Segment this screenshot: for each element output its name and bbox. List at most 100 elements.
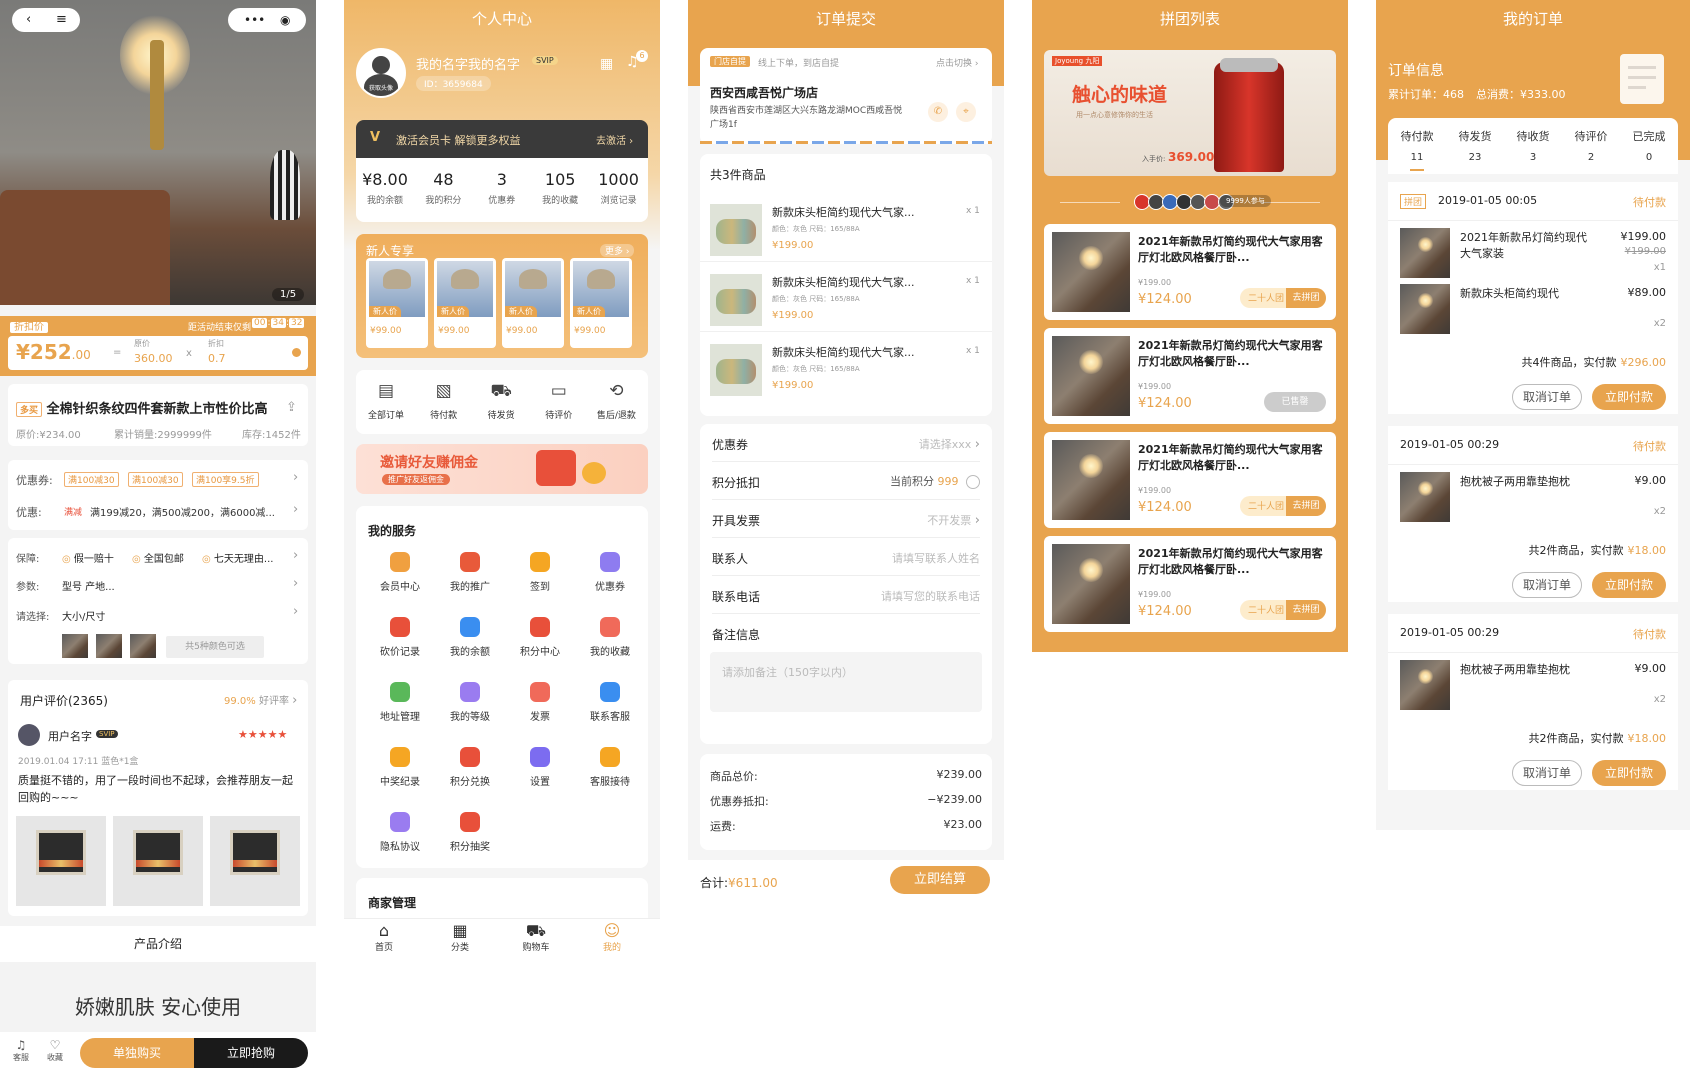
points-row[interactable]: 积分抵扣 当前积分 999: [712, 462, 980, 500]
switch-link[interactable]: 点击切换 ›: [936, 56, 978, 69]
cancel-order-button[interactable]: 取消订单: [1512, 760, 1582, 786]
service-item[interactable]: 我的收藏: [578, 617, 642, 658]
service-item[interactable]: 我的余额: [438, 617, 502, 658]
cancel-order-button[interactable]: 取消订单: [1512, 572, 1582, 598]
user-id[interactable]: ID：3659684: [416, 76, 491, 91]
vip-activate[interactable]: 去激活 ›: [596, 132, 633, 147]
param-row[interactable]: 参数: 型号 产地... ›: [8, 568, 308, 596]
goods-item[interactable]: 新款床头柜简约现代大气家... 颜色：灰色 尺码：165/88A ¥199.00 x …: [700, 266, 992, 332]
review-photo[interactable]: [16, 816, 106, 906]
service-item[interactable]: 设置: [508, 747, 572, 788]
color-thumb[interactable]: [96, 634, 122, 658]
share-icon[interactable]: ⇪: [286, 400, 297, 415]
pay-now-button[interactable]: 立即付款: [1592, 384, 1666, 410]
coupon-chip[interactable]: 满100享9.5折: [192, 472, 259, 487]
service-item[interactable]: 发票: [508, 682, 572, 723]
service-item[interactable]: 砍价记录: [368, 617, 432, 658]
phone-input[interactable]: 请填写您的联系电话: [881, 588, 980, 604]
promo-banner[interactable]: Joyoung 九阳 触心的味道 用一点心意修饰你的生活 入手价: 369.00: [1044, 50, 1336, 176]
more-colors[interactable]: 共5种颜色可选: [166, 636, 264, 658]
avatar[interactable]: 获取头像: [356, 48, 406, 98]
contact-input[interactable]: 请填写联系人姓名: [892, 550, 980, 566]
order-shortcut[interactable]: ▧ 待付款: [416, 380, 472, 421]
service-item[interactable]: 签到: [508, 552, 572, 593]
order-shortcut[interactable]: ▤ 全部订单: [358, 380, 414, 421]
group-action[interactable]: 二十人团 去拼团: [1240, 496, 1326, 516]
goods-item[interactable]: 新款床头柜简约现代大气家... 颜色：灰色 尺码：165/88A ¥199.00 x …: [700, 196, 992, 262]
coupon-row[interactable]: 优惠券: 满100减30 满100减30 满100享9.5折 ›: [8, 460, 308, 494]
cancel-order-button[interactable]: 取消订单: [1512, 384, 1582, 410]
join-group-button[interactable]: 去拼团: [1286, 496, 1326, 516]
tab-item[interactable]: ▦ 分类: [440, 922, 480, 954]
stat-item[interactable]: 3 优惠券: [473, 164, 531, 216]
review-photo[interactable]: [210, 816, 300, 906]
service-item[interactable]: 积分兑换: [438, 747, 502, 788]
buy-now-button[interactable]: 立即抢购: [194, 1038, 308, 1068]
back-icon[interactable]: ‹: [26, 8, 31, 32]
coupon-chip[interactable]: 满100减30: [128, 472, 183, 487]
join-group-button[interactable]: 去拼团: [1286, 288, 1326, 308]
newbie-product[interactable]: 新人价 ¥99.00: [502, 258, 564, 348]
select-row[interactable]: 请选择: 大小/尺寸 ›: [8, 596, 308, 624]
order-shortcut[interactable]: ▭ 待评价: [531, 380, 587, 421]
capsule-menu[interactable]: ••• ◉: [228, 8, 306, 32]
group-item[interactable]: 2021年新款吊灯简约现代大气家用客厅灯北欧风格餐厅卧... ¥199.00 ¥12…: [1044, 432, 1336, 528]
group-action[interactable]: 二十人团 去拼团: [1240, 288, 1326, 308]
service-item[interactable]: 会员中心: [368, 552, 432, 593]
order-status-tab[interactable]: 已完成 0: [1620, 128, 1678, 163]
guarantee-row[interactable]: 保障: ◎ 假一赔十 ◎ 全国包邮 ◎ 七天无理由... ›: [8, 538, 308, 568]
promo-row[interactable]: 优惠: 满减 满199减20，满500减200，满6000减... ›: [8, 494, 308, 528]
coupon-row[interactable]: 优惠券 请选择xxx ›: [712, 424, 980, 462]
radio-toggle[interactable]: [966, 475, 980, 489]
newbie-more[interactable]: 更多 ›: [600, 244, 635, 257]
service-item[interactable]: 地址管理: [368, 682, 432, 723]
service-item[interactable]: 积分中心: [508, 617, 572, 658]
invoice-select[interactable]: 不开发票 ›: [927, 512, 980, 528]
order-item-image[interactable]: [1400, 284, 1450, 334]
service-item[interactable]: 隐私协议: [368, 812, 432, 853]
goods-item[interactable]: 新款床头柜简约现代大气家... 颜色：灰色 尺码：165/88A ¥199.00 x …: [700, 336, 992, 402]
pay-now-button[interactable]: 立即付款: [1592, 572, 1666, 598]
pay-now-button[interactable]: 立即付款: [1592, 760, 1666, 786]
coupon-chip[interactable]: 满100减30: [64, 472, 119, 487]
service-item[interactable]: 我的等级: [438, 682, 502, 723]
order-item-image[interactable]: [1400, 228, 1450, 278]
order-item-image[interactable]: [1400, 472, 1450, 522]
tab-item[interactable]: ⌂ 首页: [364, 922, 404, 954]
service-item[interactable]: 积分抽奖: [438, 812, 502, 853]
sold-out-button[interactable]: 已售罄: [1264, 392, 1326, 412]
coupon-select[interactable]: 请选择xxx ›: [919, 436, 980, 452]
back-button[interactable]: ‹ ≡: [12, 8, 80, 32]
phone-icon[interactable]: ✆: [928, 102, 948, 122]
service-button[interactable]: ♫ 客服: [10, 1038, 32, 1063]
order-item-image[interactable]: [1400, 660, 1450, 710]
order-shortcut[interactable]: ⛟ 待发货: [473, 380, 529, 421]
service-item[interactable]: 我的推广: [438, 552, 502, 593]
newbie-product[interactable]: 新人价 ¥99.00: [434, 258, 496, 348]
stat-item[interactable]: ¥8.00 我的余额: [356, 164, 414, 216]
order-shortcut[interactable]: ⟲ 售后/退款: [588, 380, 644, 421]
newbie-product[interactable]: 新人价 ¥99.00: [570, 258, 632, 348]
vip-banner[interactable]: V 激活会员卡 解锁更多权益 去激活 ›: [356, 120, 648, 158]
tab-item[interactable]: ⛟ 购物车: [516, 922, 556, 954]
group-action[interactable]: 二十人团 去拼团: [1240, 600, 1326, 620]
stat-item[interactable]: 48 我的积分: [414, 164, 472, 216]
review-rate[interactable]: 99.0% 好评率 ›: [224, 692, 297, 708]
service-item[interactable]: 优惠券: [578, 552, 642, 593]
service-item[interactable]: 客服接待: [578, 747, 642, 788]
invite-banner[interactable]: 邀请好友赚佣金 推广好友返佣金: [356, 444, 648, 494]
checkout-button[interactable]: 立即结算: [890, 866, 990, 894]
collect-button[interactable]: ♡ 收藏: [44, 1038, 66, 1063]
order-status-tab[interactable]: 待评价 2: [1562, 128, 1620, 163]
service-item[interactable]: 联系客服: [578, 682, 642, 723]
group-item[interactable]: 2021年新款吊灯简约现代大气家用客厅灯北欧风格餐厅卧... ¥199.00 ¥12…: [1044, 224, 1336, 320]
order-status-tab[interactable]: 待收货 3: [1504, 128, 1562, 163]
more-icon[interactable]: •••: [244, 8, 265, 32]
location-icon[interactable]: ⌖: [956, 102, 976, 122]
close-mini-icon[interactable]: ◉: [280, 8, 290, 32]
join-group-button[interactable]: 去拼团: [1286, 600, 1326, 620]
stat-item[interactable]: 1000 浏览记录: [590, 164, 648, 216]
remark-textarea[interactable]: 请添加备注（150字以内）: [710, 652, 982, 712]
color-thumb[interactable]: [62, 634, 88, 658]
invoice-row[interactable]: 开具发票 不开发票 ›: [712, 500, 980, 538]
